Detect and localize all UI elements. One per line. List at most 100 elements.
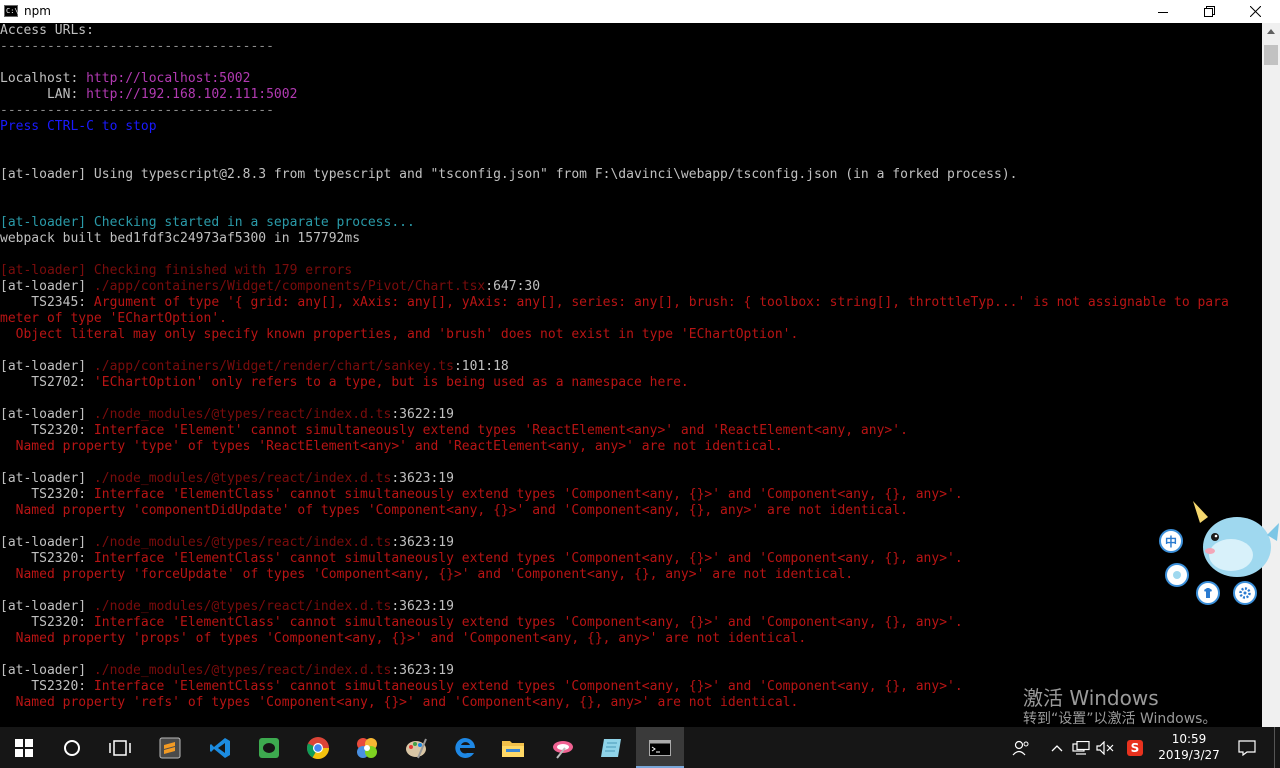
console-text: Named property 'props' of types 'Compone… — [0, 631, 807, 646]
close-icon — [1249, 6, 1261, 17]
show-desktop-button[interactable] — [1274, 727, 1280, 768]
console-text: Interface 'ElementClass' cannot simultan… — [93, 679, 963, 694]
console-line: TS2702: 'EChartOption' only refers to a … — [0, 375, 1262, 391]
console-line: ----------------------------------- — [0, 103, 1262, 119]
taskbar-vscode[interactable] — [196, 727, 244, 768]
console-text: TS2320: — [0, 487, 94, 502]
network-icon — [1072, 740, 1090, 755]
ime-voice-icon[interactable] — [1165, 563, 1189, 587]
notification-icon — [1238, 739, 1256, 756]
console-text: Named property 'type' of types 'ReactEle… — [0, 439, 783, 454]
console-text: ./node_modules/@types/react/index.d.ts — [93, 407, 392, 422]
console-text: TS2320: — [0, 679, 94, 694]
chat-app-icon — [259, 737, 279, 758]
maximize-button[interactable] — [1186, 0, 1232, 23]
scrollbar-thumb[interactable] — [1264, 45, 1278, 65]
console-line: ----------------------------------- — [0, 39, 1262, 55]
tray-network-button[interactable] — [1070, 727, 1092, 768]
shirt-icon — [1204, 588, 1212, 598]
console-text: Interface 'Element' cannot simultaneousl… — [93, 423, 908, 438]
ime-settings-icon[interactable] — [1233, 581, 1257, 605]
close-button[interactable] — [1232, 0, 1278, 23]
taskbar-sublime-text[interactable] — [146, 727, 194, 768]
taskbar-notes[interactable] — [587, 727, 635, 768]
ime-mode-chinese-icon[interactable]: 中 — [1159, 529, 1183, 553]
taskbar-clock[interactable]: 10:59 2019/3/27 — [1152, 731, 1226, 763]
chrome-icon — [307, 736, 329, 759]
minimize-button[interactable] — [1140, 0, 1186, 23]
taskbar-edge[interactable] — [441, 727, 489, 768]
taskbar-command-prompt[interactable] — [636, 727, 684, 768]
console-text: [at-loader] Using typescript@2.8.3 from … — [0, 167, 1018, 182]
taskbar-photos[interactable] — [343, 727, 391, 768]
console-text: ./node_modules/@types/react/index.d.ts — [93, 471, 392, 486]
ime-skin-icon[interactable] — [1196, 581, 1220, 605]
search-button[interactable] — [48, 727, 96, 768]
taskbar-drawing-app[interactable] — [539, 727, 587, 768]
console-line: TS2345: Argument of type '{ grid: any[],… — [0, 295, 1262, 311]
console-text: ./node_modules/@types/react/index.d.ts — [93, 599, 392, 614]
tray-show-hidden-button[interactable] — [1046, 727, 1068, 768]
console-line: [at-loader] ./app/containers/Widget/comp… — [0, 279, 1262, 295]
sogou-ime-icon: S — [1127, 739, 1143, 756]
folder-icon — [502, 740, 524, 757]
console-text: Interface 'ElementClass' cannot simultan… — [93, 615, 963, 630]
vertical-scrollbar[interactable] — [1262, 23, 1280, 727]
console-text: [at-loader] — [0, 663, 94, 678]
taskbar-wechat-tool[interactable] — [245, 727, 293, 768]
console-line: [at-loader] ./node_modules/@types/react/… — [0, 471, 1262, 487]
scroll-up-arrow-icon[interactable] — [1267, 29, 1275, 34]
edge-browser-icon — [455, 737, 475, 758]
taskbar-chrome[interactable] — [294, 727, 342, 768]
pinwheel-icon — [357, 737, 377, 758]
console-line: [at-loader] ./node_modules/@types/react/… — [0, 407, 1262, 423]
console-text: :3622:19 — [391, 407, 454, 422]
notes-app-icon — [601, 738, 621, 757]
console-line: TS2320: Interface 'ElementClass' cannot … — [0, 615, 1262, 631]
console-line: TS2320: Interface 'ElementClass' cannot … — [0, 551, 1262, 567]
console-text: :647:30 — [485, 279, 541, 294]
window-title: npm — [24, 4, 51, 18]
volume-muted-icon — [1096, 740, 1114, 755]
tray-volume-button[interactable] — [1094, 727, 1116, 768]
console-text: Named property 'componentDidUpdate' of t… — [0, 503, 908, 518]
console-line: [at-loader] Checking finished with 179 e… — [0, 263, 1262, 279]
console-text: :3623:19 — [391, 599, 454, 614]
console-line: [at-loader] Using typescript@2.8.3 from … — [0, 167, 1262, 183]
ime-floating-widget[interactable]: 中 — [1155, 495, 1280, 610]
window-title-bar[interactable]: C:\ npm — [0, 0, 1280, 23]
console-text: Named property 'forceUpdate' of types 'C… — [0, 567, 854, 582]
console-output[interactable]: Access URLs: ----------------------------… — [0, 23, 1262, 727]
people-icon — [1012, 740, 1029, 755]
console-text: TS2345: — [0, 295, 94, 310]
tray-people-button[interactable] — [1008, 727, 1034, 768]
task-view-button[interactable] — [96, 727, 144, 768]
snowflake-icon — [1173, 571, 1181, 579]
console-text: :3623:19 — [391, 471, 454, 486]
gear-icon — [1239, 587, 1251, 599]
taskbar-file-explorer[interactable] — [489, 727, 537, 768]
console-line: [at-loader] ./node_modules/@types/react/… — [0, 535, 1262, 551]
console-text: ----------------------------------- — [0, 103, 274, 118]
taskbar: S 10:59 2019/3/27 — [0, 727, 1280, 768]
start-button[interactable] — [0, 727, 48, 768]
paint-palette-icon — [406, 738, 427, 758]
console-text: :3623:19 — [391, 535, 454, 550]
console-text: meter of type 'EChartOption'. — [0, 311, 227, 326]
tray-ime-button[interactable]: S — [1122, 727, 1148, 768]
taskbar-paint[interactable] — [392, 727, 440, 768]
console-line: Access URLs: — [0, 23, 1262, 39]
console-line: LAN: http://192.168.102.111:5002 — [0, 87, 1262, 103]
action-center-button[interactable] — [1234, 727, 1260, 768]
console-text: :101:18 — [453, 359, 509, 374]
